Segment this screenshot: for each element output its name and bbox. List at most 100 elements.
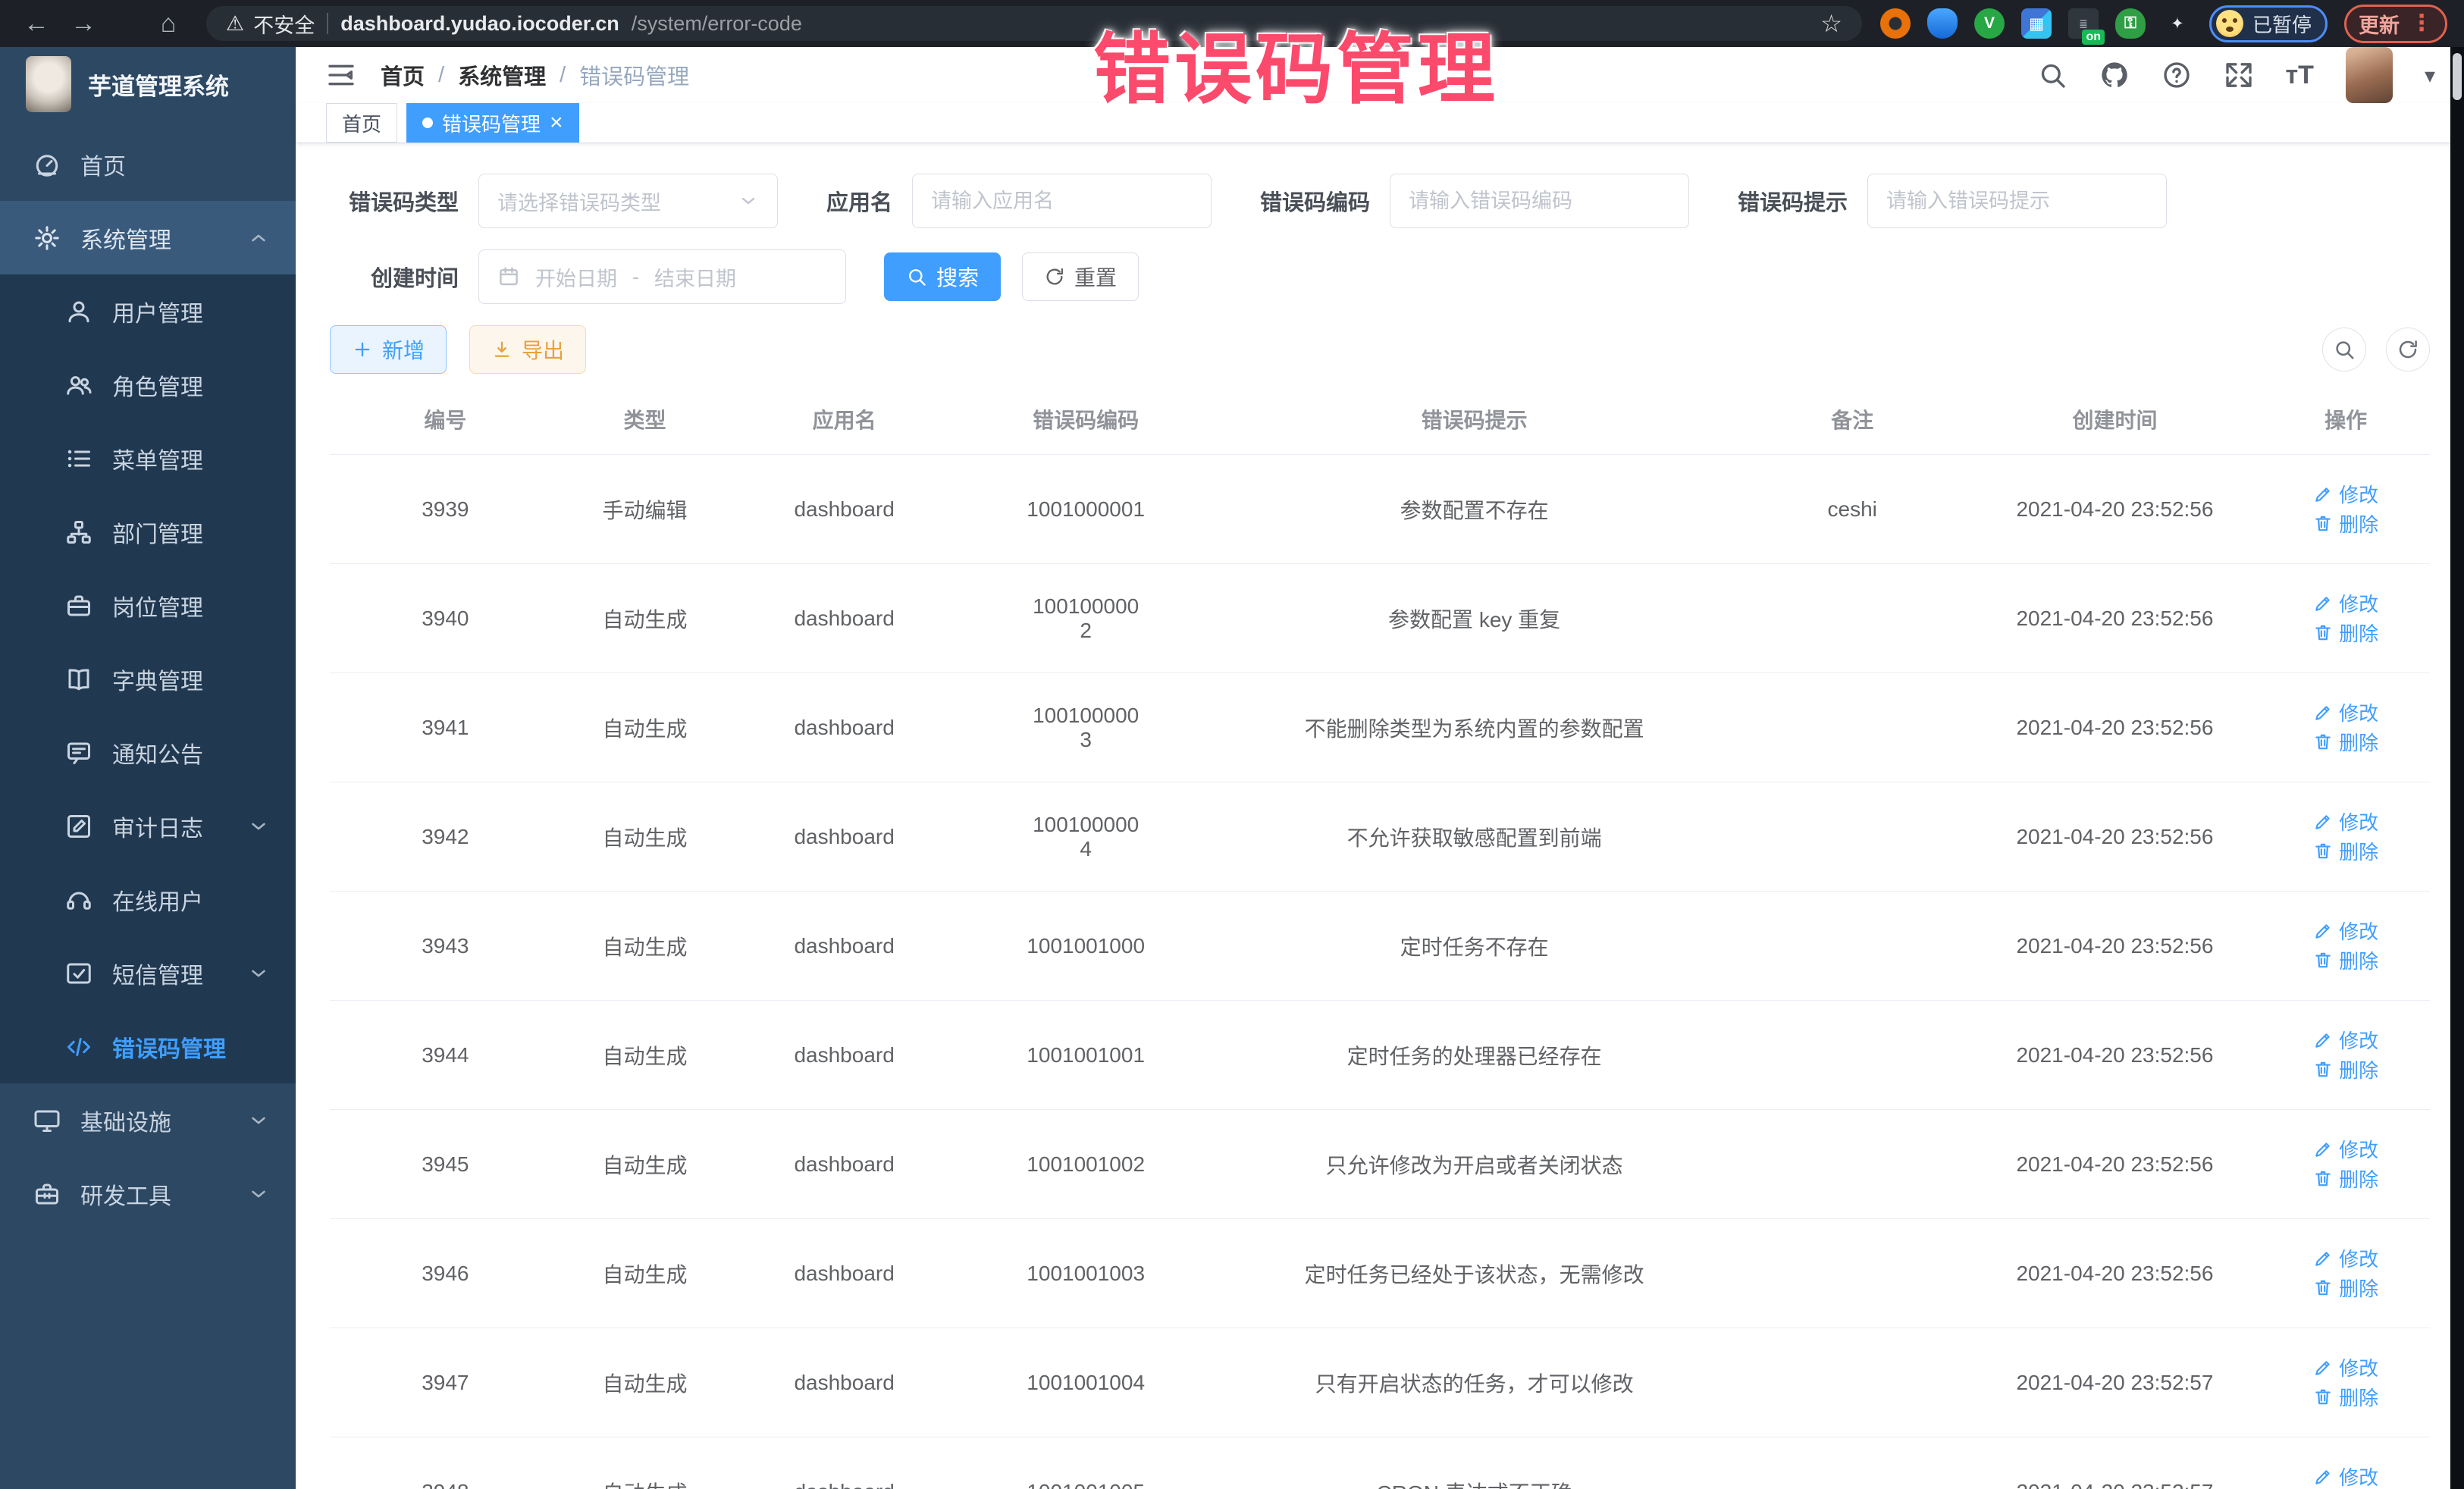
scrollbar-thumb[interactable] <box>2453 53 2462 100</box>
cell-app: dashboard <box>729 1437 960 1489</box>
delete-link[interactable]: 删除 <box>2313 509 2378 538</box>
edit-link[interactable]: 修改 <box>2313 1353 2378 1381</box>
date-range-picker[interactable]: 开始日期 - 结束日期 <box>478 249 846 304</box>
delete-link[interactable]: 删除 <box>2313 619 2378 647</box>
sidebar-item-label: 系统管理 <box>80 221 227 255</box>
font-size-icon[interactable]: тT <box>2286 61 2314 90</box>
sidebar-item-post[interactable]: 岗位管理 <box>0 569 296 642</box>
show-search-button[interactable] <box>2322 328 2366 371</box>
paused-extension-badge[interactable]: 已暂停 <box>2209 5 2328 42</box>
extensions-puzzle-icon[interactable]: ✦ <box>2162 8 2193 39</box>
app-name-input[interactable] <box>931 190 1193 213</box>
cell-id: 3939 <box>330 455 561 564</box>
edit-link-label: 修改 <box>2339 1353 2378 1381</box>
sidebar-item-dev-tools[interactable]: 研发工具 <box>0 1157 296 1230</box>
sidebar-item-sms[interactable]: 短信管理 <box>0 936 296 1010</box>
home-icon[interactable]: ⌂ <box>149 9 188 39</box>
edit-link[interactable]: 修改 <box>2313 1135 2378 1163</box>
url-bar[interactable]: ⚠ 不安全 dashboard.yudao.iocoder.cn /system… <box>206 6 1862 41</box>
extension-pin-icon[interactable] <box>1927 8 1958 39</box>
chevron-down-icon[interactable]: ▾ <box>2425 63 2435 88</box>
edit-link[interactable]: 修改 <box>2313 1026 2378 1054</box>
edit-link[interactable]: 修改 <box>2313 807 2378 835</box>
delete-link[interactable]: 删除 <box>2313 946 2378 974</box>
sidebar-item-role[interactable]: 角色管理 <box>0 348 296 422</box>
error-code-input[interactable] <box>1409 190 1670 213</box>
fullscreen-icon[interactable] <box>2224 60 2254 90</box>
edit-link[interactable]: 修改 <box>2313 480 2378 508</box>
pencil-icon <box>2313 921 2333 941</box>
sidebar-item-system[interactable]: 系统管理 <box>0 201 296 274</box>
sidebar-item-user[interactable]: 用户管理 <box>0 274 296 348</box>
pencil-icon <box>2313 703 2333 723</box>
filter-error-code: 错误码编码 <box>1260 174 1689 228</box>
pencil-icon <box>2313 1139 2333 1159</box>
extension-key-icon[interactable]: ⚿ <box>2115 8 2146 39</box>
tab-error-code-label: 错误码管理 <box>442 109 541 137</box>
back-icon[interactable]: ← <box>17 9 56 39</box>
search-icon[interactable] <box>2037 60 2067 90</box>
delete-link[interactable]: 删除 <box>2313 1165 2378 1193</box>
delete-link[interactable]: 删除 <box>2313 1274 2378 1302</box>
pencil-icon <box>2313 1249 2333 1268</box>
edit-link[interactable]: 修改 <box>2313 589 2378 617</box>
bookmark-star-icon[interactable]: ☆ <box>1820 9 1842 38</box>
start-date-placeholder[interactable]: 开始日期 <box>535 262 617 292</box>
user-avatar[interactable] <box>2346 47 2393 103</box>
edit-link[interactable]: 修改 <box>2313 917 2378 945</box>
error-hint-input[interactable] <box>1886 190 2148 213</box>
edit-link[interactable]: 修改 <box>2313 698 2378 726</box>
search-button[interactable]: 搜索 <box>884 252 1001 301</box>
security-indicator[interactable]: ⚠ 不安全 <box>226 9 315 39</box>
export-button[interactable]: 导出 <box>469 325 586 374</box>
sidebar-item-dict[interactable]: 字典管理 <box>0 642 296 716</box>
delete-link[interactable]: 删除 <box>2313 728 2378 756</box>
hamburger-icon[interactable] <box>324 60 358 90</box>
cell-id: 3944 <box>330 1001 561 1110</box>
tab-home[interactable]: 首页 <box>326 103 397 143</box>
breadcrumb-home[interactable]: 首页 <box>381 59 425 91</box>
close-icon[interactable]: × <box>550 111 563 134</box>
pencil-icon <box>2313 484 2333 504</box>
browser-update-button[interactable]: 更新 ⋮ <box>2344 5 2447 43</box>
monitor-icon <box>33 1107 61 1134</box>
cell-remark <box>1737 1437 1968 1489</box>
error-type-select[interactable]: 请选择错误码类型 <box>478 174 778 228</box>
browser-menu-dots-icon[interactable]: ⋮ <box>2410 17 2433 30</box>
tab-error-code[interactable]: 错误码管理 × <box>406 103 579 143</box>
sidebar-item-audit-log[interactable]: 审计日志 <box>0 789 296 863</box>
sidebar-item-notice[interactable]: 通知公告 <box>0 716 296 789</box>
sidebar-menu: 首页系统管理用户管理角色管理菜单管理部门管理岗位管理字典管理通知公告审计日志在线… <box>0 121 296 1489</box>
window-scrollbar[interactable] <box>2450 47 2464 1489</box>
forward-icon[interactable]: → <box>64 9 103 39</box>
delete-link[interactable]: 删除 <box>2313 1383 2378 1411</box>
breadcrumb-system[interactable]: 系统管理 <box>458 59 546 91</box>
table-row: 3946自动生成dashboard1001001003定时任务已经处于该状态，无… <box>330 1219 2430 1328</box>
reset-button[interactable]: 重置 <box>1022 252 1139 301</box>
delete-link[interactable]: 删除 <box>2313 837 2378 865</box>
sidebar-item-dept[interactable]: 部门管理 <box>0 495 296 569</box>
vue-devtools-icon[interactable]: V <box>1974 8 2005 39</box>
app-name-field <box>912 174 1212 228</box>
sidebar-item-error-code[interactable]: 错误码管理 <box>0 1010 296 1083</box>
edit-link[interactable]: 修改 <box>2313 1244 2378 1272</box>
sidebar-item-online-user[interactable]: 在线用户 <box>0 863 296 936</box>
extension-list-icon[interactable]: ≣on <box>2068 8 2099 39</box>
github-icon[interactable] <box>2099 60 2130 90</box>
help-icon[interactable] <box>2161 60 2192 90</box>
end-date-placeholder[interactable]: 结束日期 <box>654 262 736 292</box>
add-button[interactable]: 新增 <box>330 325 447 374</box>
breadcrumb: 首页 / 系统管理 / 错误码管理 <box>381 59 689 91</box>
edit-link[interactable]: 修改 <box>2313 1462 2378 1489</box>
delete-link[interactable]: 删除 <box>2313 1055 2378 1083</box>
app-logo[interactable]: 芋道管理系统 <box>0 47 296 121</box>
cell-app: dashboard <box>729 1328 960 1437</box>
extension-grid-icon[interactable]: ▦ <box>2021 8 2052 39</box>
sidebar-item-infra[interactable]: 基础设施 <box>0 1083 296 1157</box>
sidebar-item-menu[interactable]: 菜单管理 <box>0 422 296 495</box>
reload-icon[interactable] <box>111 8 141 39</box>
refresh-table-button[interactable] <box>2386 328 2430 371</box>
sidebar-item-home[interactable]: 首页 <box>0 127 296 201</box>
cell-create-time: 2021-04-20 23:52:57 <box>1968 1328 2262 1437</box>
extension-orange-icon[interactable] <box>1880 8 1911 39</box>
